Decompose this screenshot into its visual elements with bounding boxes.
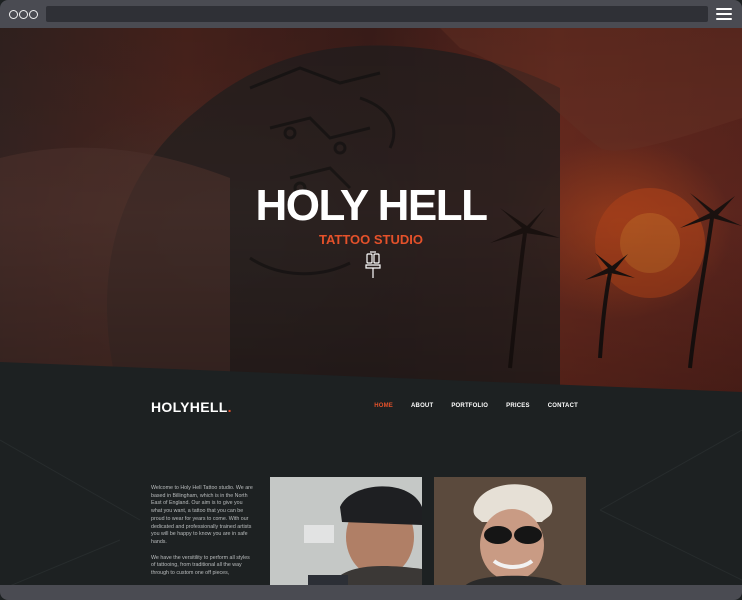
window-dot-2[interactable] (19, 10, 28, 19)
menu-icon[interactable] (716, 8, 732, 20)
intro-paragraph-2: We have the versitility to perform all s… (151, 554, 250, 577)
browser-window: HOLY HELL TATTOO STUDIO HOLYHELL. HOME A… (0, 0, 742, 600)
logo-dot: . (227, 399, 232, 415)
window-dot-1[interactable] (9, 10, 18, 19)
tattoo-machine-icon (365, 251, 381, 278)
address-bar[interactable] (46, 6, 708, 22)
nav-home[interactable]: HOME (374, 403, 393, 409)
site-logo[interactable]: HOLYHELL. (151, 399, 232, 415)
nav-portfolio[interactable]: PORTFOLIO (451, 403, 488, 409)
intro-text: Welcome to Holy Hell Tattoo studio. We a… (151, 485, 253, 586)
artist-photo-1[interactable] (270, 477, 422, 587)
nav-about[interactable]: ABOUT (411, 403, 433, 409)
nav-prices[interactable]: PRICES (506, 403, 530, 409)
browser-bottom-bar (0, 585, 742, 600)
hero-title: HOLY HELL (255, 181, 489, 230)
hero-banner: HOLY HELL TATTOO STUDIO (0, 28, 742, 398)
artist-photo-2[interactable] (434, 477, 586, 587)
intro-paragraph-1: Welcome to Holy Hell Tattoo studio. We a… (151, 485, 253, 545)
main-navigation: HOME ABOUT PORTFOLIO PRICES CONTACT (374, 403, 578, 409)
nav-contact[interactable]: CONTACT (548, 403, 578, 409)
hero-subtitle: TATTOO STUDIO (319, 232, 423, 247)
hero-angled-edge (0, 362, 742, 420)
logo-text: HOLYHELL (151, 399, 228, 415)
browser-toolbar (0, 0, 742, 28)
window-dot-3[interactable] (29, 10, 38, 19)
